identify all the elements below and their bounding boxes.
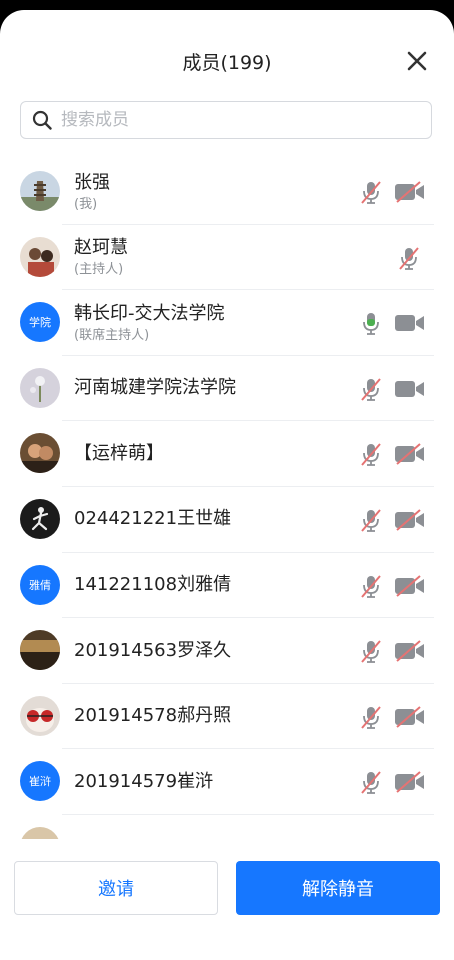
member-row[interactable]: 崔浒 201914579崔浒 [0, 749, 454, 815]
member-row[interactable] [0, 815, 454, 839]
avatar: 崔浒 [20, 761, 60, 802]
invite-button[interactable]: 邀请 [14, 861, 218, 915]
member-row[interactable]: 雅倩 141221108刘雅倩 [0, 553, 454, 619]
member-info: 河南城建学院法学院 [74, 356, 236, 421]
pagoda-photo-icon [20, 171, 60, 211]
member-info: 张强 (我) [74, 159, 110, 224]
camera-icon[interactable] [394, 378, 426, 400]
avatar: 雅倩 [20, 564, 60, 605]
avatar [20, 236, 60, 277]
member-info: 赵珂慧 (主持人) [74, 225, 128, 290]
avatar-text: 雅倩 [29, 578, 51, 592]
camera-icon[interactable] [394, 705, 426, 728]
avatar [20, 433, 60, 474]
member-name: 河南城建学院法学院 [74, 377, 236, 399]
member-info: 201914563罗泽久 [74, 618, 231, 683]
member-row[interactable]: 河南城建学院法学院 [0, 356, 454, 422]
microphone-icon[interactable] [359, 573, 383, 599]
microphone-icon[interactable] [359, 704, 383, 730]
member-name: 024421221王世雄 [74, 508, 232, 530]
camera-icon[interactable] [394, 509, 426, 531]
flower-photo-icon [20, 367, 60, 408]
people-photo-icon [20, 236, 60, 277]
camera-icon[interactable] [394, 443, 426, 466]
avatar [20, 630, 60, 671]
member-name: 【运梓萌】 [74, 442, 164, 464]
camera-icon[interactable] [394, 574, 426, 597]
member-info: 141221108刘雅倩 [74, 553, 231, 618]
camera-icon[interactable] [394, 312, 426, 334]
unmute-button[interactable]: 解除静音 [236, 861, 440, 915]
member-info: 【运梓萌】 [74, 421, 164, 486]
microphone-icon[interactable] [359, 376, 383, 402]
avatar: 学院 [20, 302, 60, 343]
member-info: 201914579崔浒 [74, 749, 213, 814]
close-icon[interactable] [402, 46, 432, 76]
avatar-text: 崔浒 [29, 775, 51, 789]
microphone-icon[interactable] [397, 245, 421, 271]
member-row[interactable]: 201914563罗泽久 [0, 618, 454, 684]
search-icon [32, 110, 52, 130]
member-name: 赵珂慧 [74, 237, 128, 259]
member-name: 141221108刘雅倩 [74, 574, 232, 596]
member-role: (联席主持人) [74, 327, 150, 343]
search-field[interactable] [20, 101, 432, 139]
avatar [20, 171, 60, 211]
member-list[interactable]: 张强 (我) 赵珂慧 (主持人) 学院 韩长印-交大法学院 (联席主持人) 河南城建学院法学院… [0, 159, 454, 839]
panel-header: 成员(199) [0, 10, 454, 110]
cat-photo-icon [20, 695, 60, 736]
search-input[interactable] [59, 109, 403, 131]
member-row[interactable]: 学院 韩长印-交大法学院 (联席主持人) [0, 290, 454, 356]
member-row[interactable]: 赵珂慧 (主持人) [0, 225, 454, 291]
panel-title: 成员(199) [182, 52, 272, 74]
microphone-icon[interactable] [359, 638, 383, 664]
microphone-icon[interactable] [359, 441, 383, 467]
avatar [20, 367, 60, 408]
microphone-icon[interactable] [359, 179, 383, 205]
avatar-text: 学院 [29, 316, 51, 330]
microphone-icon[interactable] [359, 507, 383, 533]
runner-photo-icon [20, 498, 60, 539]
avatar [20, 498, 60, 539]
member-name: 201914563罗泽久 [74, 639, 232, 661]
microphone-icon[interactable] [359, 769, 383, 795]
member-name: 201914579崔浒 [74, 770, 214, 792]
microphone-icon[interactable] [359, 310, 383, 336]
couple-photo-icon [20, 433, 60, 474]
member-row[interactable]: 024421221王世雄 [0, 487, 454, 553]
camera-icon[interactable] [394, 181, 426, 203]
member-row[interactable]: 201914578郝丹照 [0, 684, 454, 750]
member-name: 201914578郝丹照 [74, 705, 232, 727]
landscape-photo-icon [20, 630, 60, 671]
member-name: 张强 [74, 171, 110, 193]
member-role: (我) [74, 196, 98, 212]
avatar [20, 695, 60, 736]
member-name: 韩长印-交大法学院 [74, 302, 225, 324]
camera-icon[interactable] [394, 640, 426, 662]
member-row[interactable]: 【运梓萌】 [0, 421, 454, 487]
member-role: (主持人) [74, 262, 124, 278]
camera-icon[interactable] [394, 771, 426, 794]
member-info: 韩长印-交大法学院 (联席主持人) [74, 290, 225, 355]
member-info: 201914578郝丹照 [74, 684, 231, 749]
member-row[interactable]: 张强 (我) [0, 159, 454, 225]
footer-bar: 邀请 解除静音 [0, 839, 454, 960]
avatar [20, 826, 60, 839]
member-info: 024421221王世雄 [74, 487, 231, 552]
members-panel: 成员(199) 张强 (我) 赵珂慧 (主持人) 学院 韩长印-交大法学院 (联席主持人) 河… [0, 10, 454, 960]
